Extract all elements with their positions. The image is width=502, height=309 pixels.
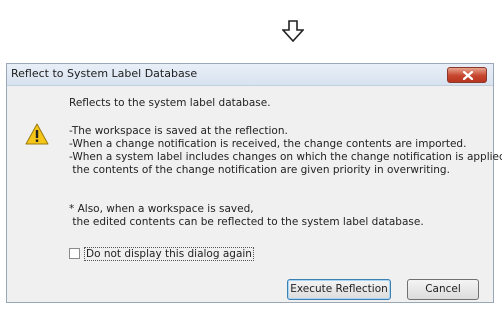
dialog-titlebar: Reflect to System Label Database — [7, 64, 493, 86]
close-button[interactable] — [447, 67, 487, 83]
execute-reflection-button[interactable]: Execute Reflection — [287, 279, 391, 300]
dialog-title: Reflect to System Label Database — [11, 67, 198, 80]
close-icon — [462, 71, 474, 80]
down-arrow-icon — [282, 20, 304, 42]
message-details: -The workspace is saved at the reflectio… — [69, 125, 502, 176]
reflect-dialog: Reflect to System Label Database Reflect… — [6, 63, 502, 303]
dont-show-again-checkbox[interactable] — [69, 248, 80, 259]
message-note: * Also, when a workspace is saved, the e… — [69, 203, 424, 228]
message-intro: Reflects to the system label database. — [69, 97, 271, 109]
warning-icon — [25, 123, 49, 145]
dont-show-again-label[interactable]: Do not display this dialog again — [84, 247, 254, 261]
cancel-button[interactable]: Cancel — [407, 279, 479, 300]
